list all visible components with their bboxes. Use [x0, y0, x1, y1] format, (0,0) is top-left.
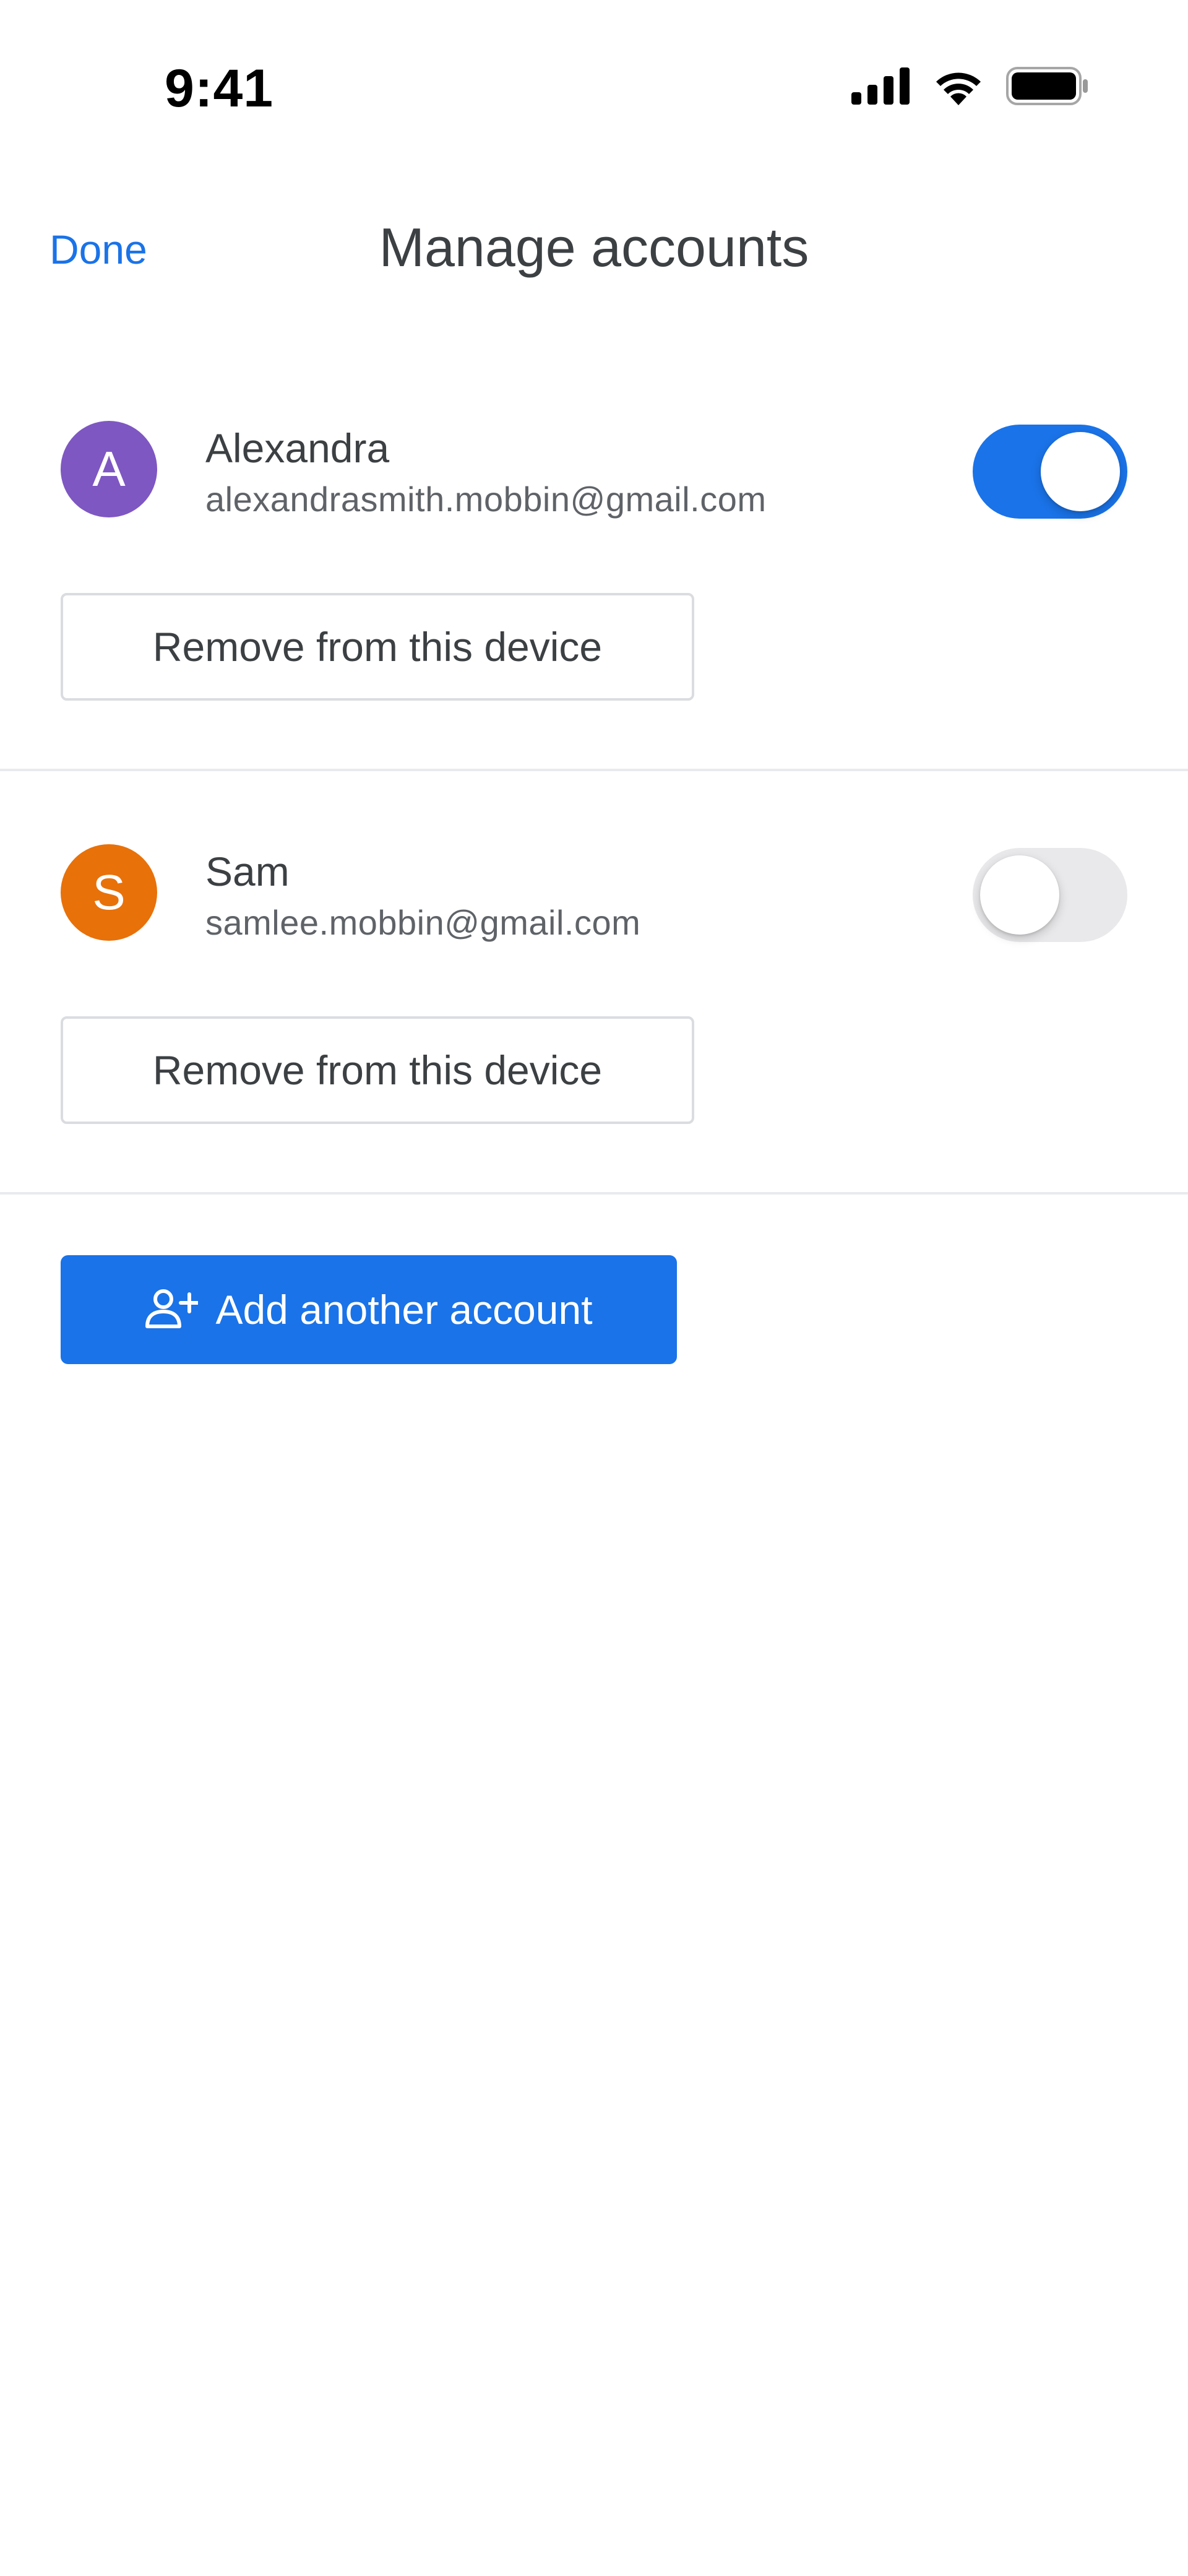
page-title: Manage accounts: [379, 217, 809, 278]
divider: [0, 1192, 1188, 1195]
status-icons: [851, 64, 1089, 108]
cellular-signal-icon: [851, 67, 911, 105]
add-another-account-button[interactable]: Add another account: [61, 1255, 677, 1364]
account-row: S Sam samlee.mobbin@gmail.com: [0, 844, 1188, 949]
account-name: Sam: [205, 849, 290, 894]
account-toggle[interactable]: [973, 425, 1127, 519]
account-email: alexandrasmith.mobbin@gmail.com: [205, 480, 767, 519]
battery-icon: [1006, 67, 1089, 105]
divider: [0, 769, 1188, 771]
toggle-knob: [980, 855, 1059, 935]
account-name: Alexandra: [205, 425, 390, 471]
status-bar: 9:41: [0, 0, 1188, 173]
avatar: A: [61, 421, 157, 517]
remove-from-device-button[interactable]: Remove from this device: [61, 593, 694, 701]
avatar: S: [61, 844, 157, 941]
account-email: samlee.mobbin@gmail.com: [205, 903, 641, 942]
header: Done Manage accounts: [0, 198, 1188, 297]
wifi-icon: [932, 67, 985, 105]
account-row: A Alexandra alexandrasmith.mobbin@gmail.…: [0, 421, 1188, 526]
add-account-label: Add another account: [215, 1287, 593, 1333]
toggle-knob: [1041, 432, 1120, 511]
remove-from-device-button[interactable]: Remove from this device: [61, 1016, 694, 1124]
status-time: 9:41: [165, 59, 274, 118]
add-person-icon: [145, 1288, 200, 1332]
account-toggle[interactable]: [973, 848, 1127, 942]
